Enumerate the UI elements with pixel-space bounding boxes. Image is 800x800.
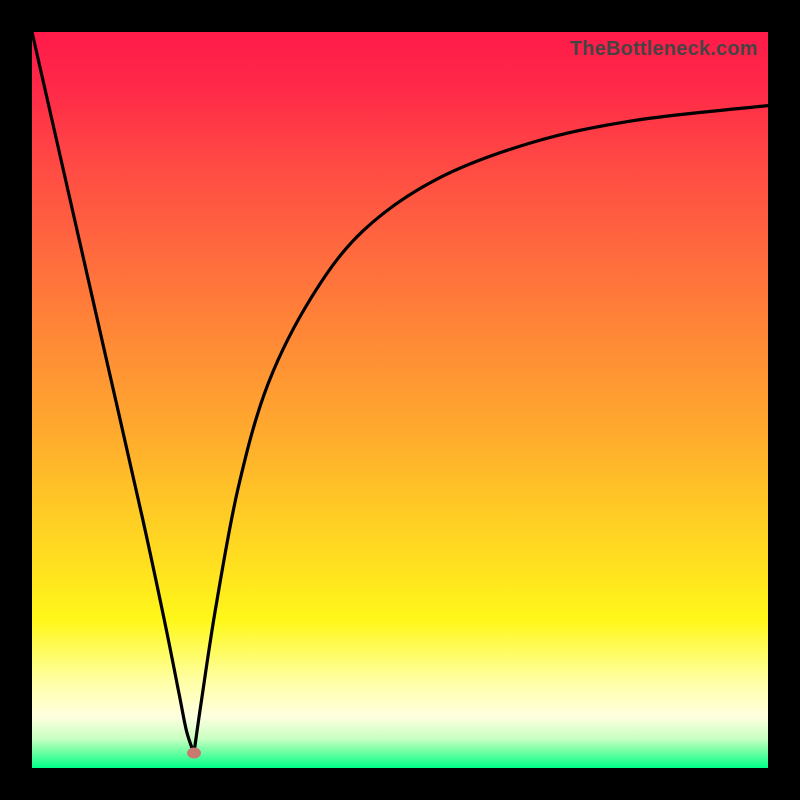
bottleneck-curve (32, 32, 768, 768)
chart-frame: TheBottleneck.com (0, 0, 800, 800)
curve-right-branch (194, 106, 768, 754)
optimum-marker-icon (187, 748, 201, 759)
curve-left-branch (32, 32, 194, 753)
plot-area: TheBottleneck.com (32, 32, 768, 768)
